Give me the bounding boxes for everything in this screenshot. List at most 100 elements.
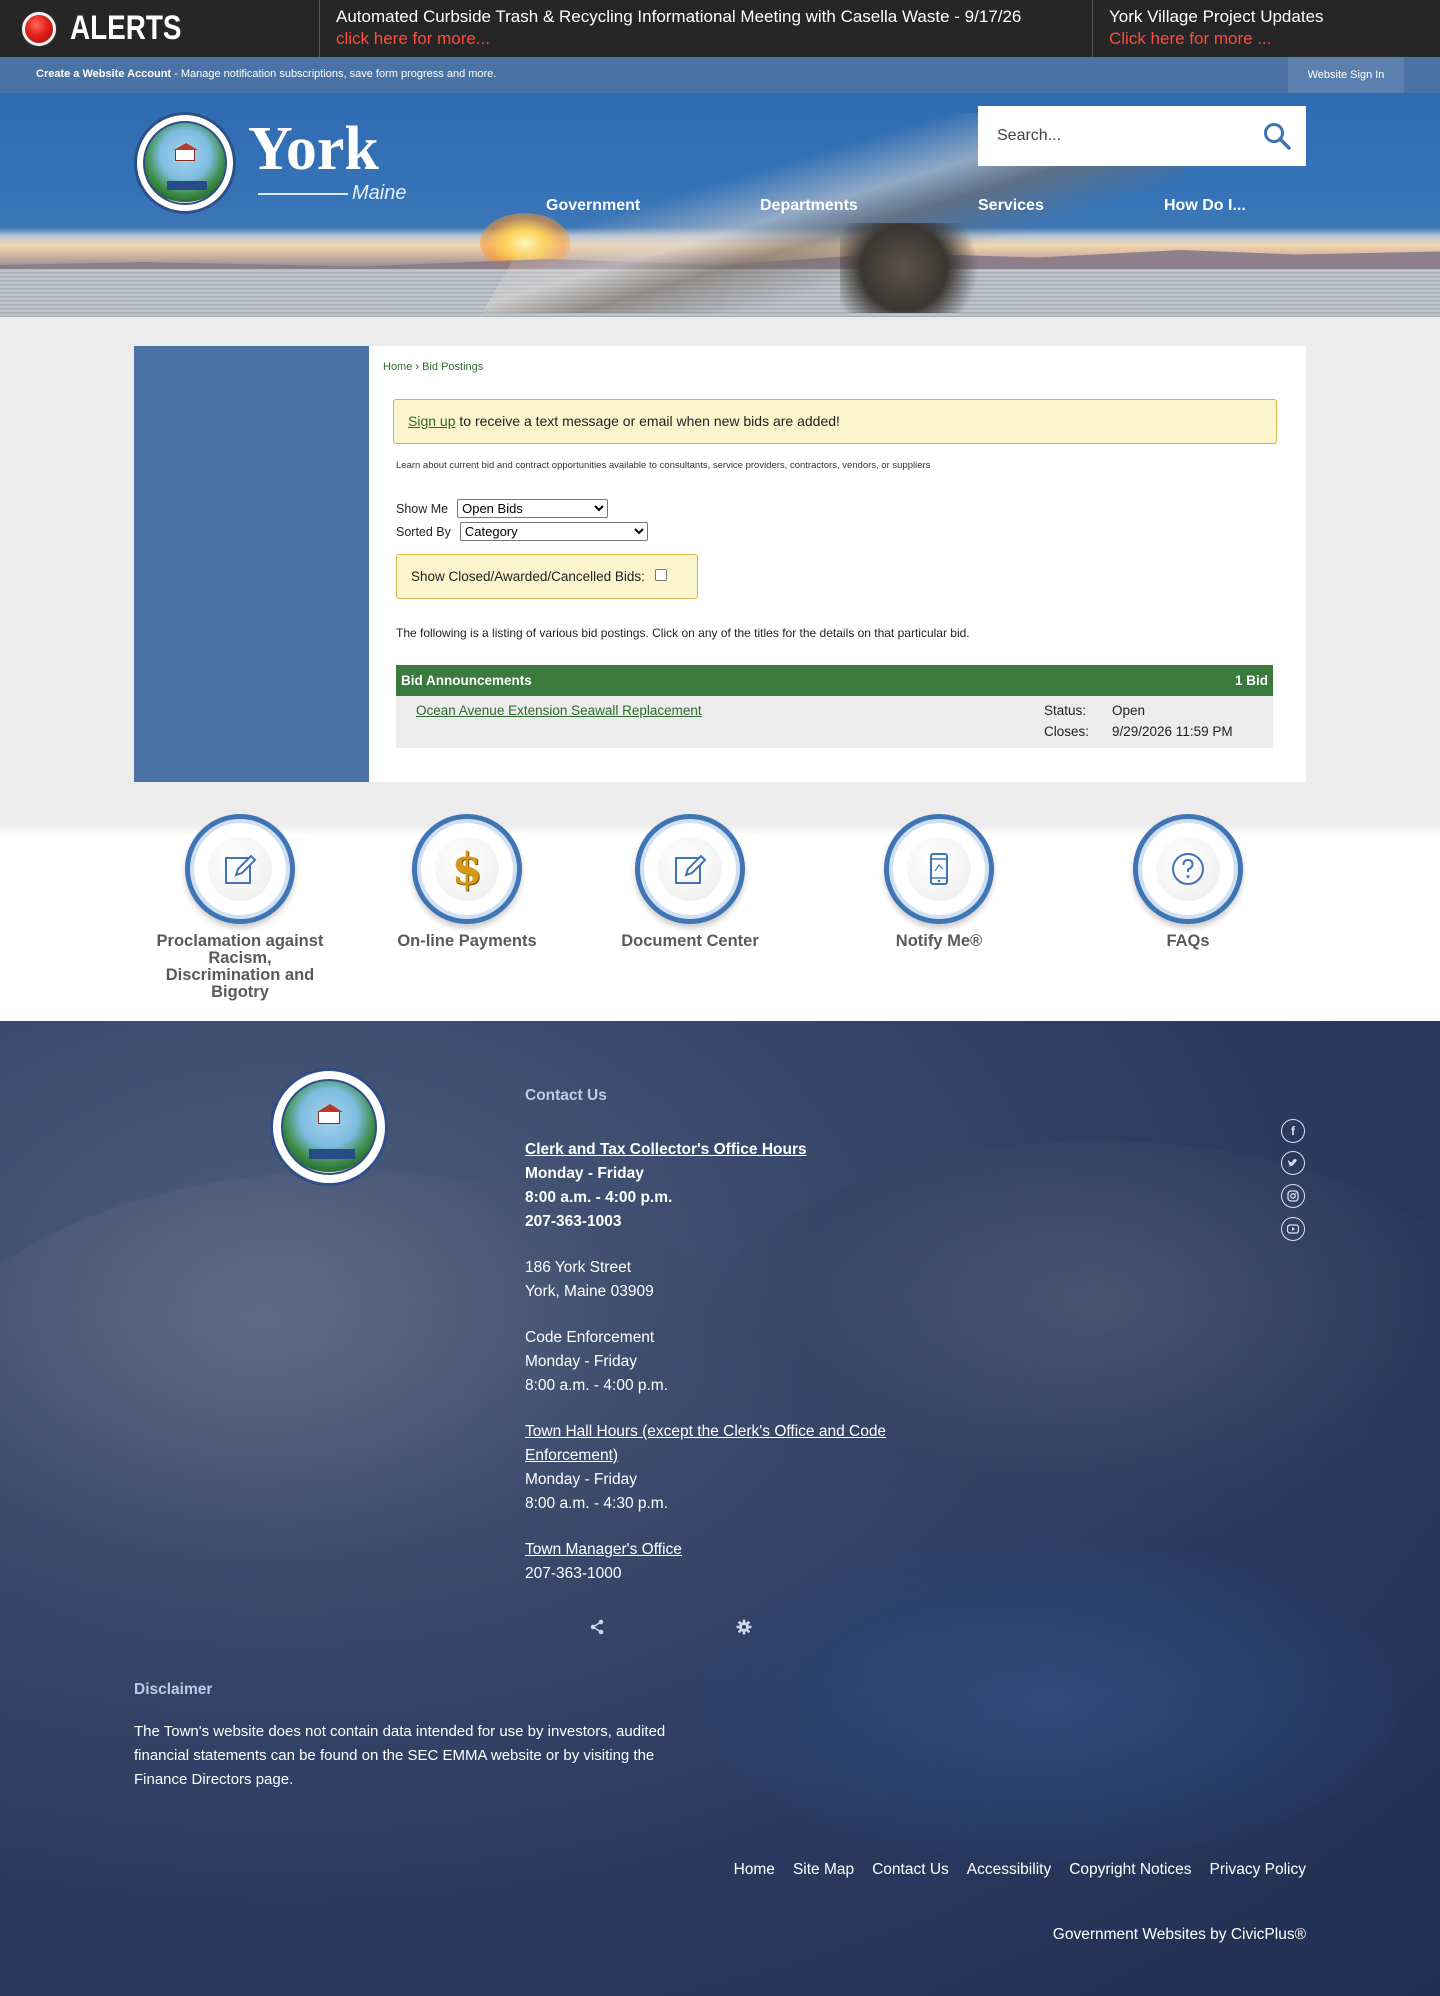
- breadcrumb-home[interactable]: Home: [383, 361, 412, 373]
- question-icon: [1172, 853, 1204, 885]
- share-icon[interactable]: [589, 1619, 605, 1635]
- footer-link-contact-us[interactable]: Contact Us: [872, 1861, 949, 1879]
- twitter-icon[interactable]: [1281, 1151, 1305, 1175]
- quick-link-inner: [907, 837, 971, 901]
- breadcrumb: Home › Bid Postings: [383, 361, 483, 373]
- alert-item[interactable]: Automated Curbside Trash & Recycling Inf…: [320, 0, 1093, 57]
- instagram-icon[interactable]: [1281, 1184, 1305, 1208]
- bid-header-title: Bid Announcements: [401, 673, 532, 688]
- website-signin-button[interactable]: Website Sign In: [1288, 57, 1404, 93]
- alert-more-link[interactable]: click here for more...: [336, 28, 1076, 50]
- nav-how-do-i[interactable]: How Do I...: [1164, 197, 1246, 215]
- alert-item[interactable]: York Village Project Updates Click here …: [1093, 0, 1440, 57]
- search-box: [978, 106, 1306, 166]
- account-description: - Manage notification subscriptions, sav…: [171, 68, 497, 80]
- seal-lighthouse: [174, 143, 198, 161]
- sorted-by-select[interactable]: Category: [459, 522, 648, 541]
- seal-banner: [167, 181, 207, 190]
- nav-departments[interactable]: Departments: [760, 197, 858, 215]
- document-edit-icon: [225, 854, 257, 884]
- sorted-by-label: Sorted By: [396, 524, 451, 539]
- civicplus-credit[interactable]: Government Websites by CivicPlus®: [1053, 1926, 1306, 1944]
- footer-link-site-map[interactable]: Site Map: [793, 1861, 854, 1879]
- code-title: Code Enforcement: [525, 1329, 655, 1346]
- code-time: 8:00 a.m. - 4:00 p.m.: [525, 1377, 669, 1394]
- signup-link[interactable]: Sign up: [408, 413, 455, 429]
- town-manager: Town Manager's Office 207-363-1000: [525, 1538, 945, 1586]
- show-closed-checkbox[interactable]: [654, 568, 667, 581]
- quick-link-inner: $: [435, 837, 499, 901]
- quick-link-faqs[interactable]: FAQs: [1103, 814, 1273, 950]
- intro-text: Learn about current bid and contract opp…: [396, 460, 931, 471]
- quick-link-label: Document Center: [621, 932, 759, 950]
- signup-text: to receive a text message or email when …: [455, 413, 840, 429]
- content-area: Home › Bid Postings Sign up to receive a…: [134, 346, 1306, 782]
- footer-seal-logo: [270, 1068, 388, 1186]
- town-hall-link[interactable]: Town Hall Hours (except the Clerk's Offi…: [525, 1423, 886, 1464]
- seal-lighthouse: [317, 1104, 343, 1124]
- bid-title-link[interactable]: Ocean Avenue Extension Seawall Replaceme…: [416, 703, 702, 718]
- youtube-icon[interactable]: [1281, 1217, 1305, 1241]
- footer-link-accessibility[interactable]: Accessibility: [967, 1861, 1051, 1879]
- logo-wordmark[interactable]: York: [248, 118, 379, 180]
- show-me-row: Show Me Open Bids: [396, 499, 609, 518]
- dollar-icon: $: [451, 843, 483, 895]
- quick-link-payments[interactable]: $ On-line Payments: [382, 814, 552, 950]
- town-hall-days: Monday - Friday: [525, 1471, 637, 1488]
- seal-banner: [309, 1149, 355, 1159]
- bid-count: 1 Bid: [1234, 673, 1268, 688]
- quick-link-proclamation[interactable]: Proclamation against Racism, Discriminat…: [155, 814, 325, 1001]
- quick-link-label: FAQs: [1166, 932, 1210, 950]
- facebook-icon[interactable]: f: [1281, 1119, 1305, 1143]
- logo-divider: [258, 193, 348, 195]
- site-footer: Contact Us Clerk and Tax Collector's Off…: [0, 1021, 1440, 1996]
- listing-text: The following is a listing of various bi…: [396, 626, 970, 640]
- footer-link-home[interactable]: Home: [734, 1861, 775, 1879]
- quick-link-label: Notify Me®: [895, 932, 983, 950]
- footer-link-copyright[interactable]: Copyright Notices: [1069, 1861, 1191, 1879]
- footer-link-privacy[interactable]: Privacy Policy: [1210, 1861, 1306, 1879]
- alert-more-link[interactable]: Click here for more ...: [1109, 28, 1424, 50]
- bid-announcements-header[interactable]: Bid Announcements 1 Bid: [396, 665, 1273, 696]
- phone-icon: [930, 853, 948, 885]
- quick-link-document-center[interactable]: Document Center: [605, 814, 775, 950]
- address: 186 York Street York, Maine 03909: [525, 1256, 945, 1304]
- show-me-select[interactable]: Open Bids: [457, 499, 609, 518]
- quick-link-circle: [1133, 814, 1243, 924]
- main-nav: Government Departments Services How Do I…: [0, 197, 1440, 219]
- show-me-label: Show Me: [396, 501, 449, 516]
- nav-government[interactable]: Government: [546, 197, 640, 215]
- bid-status-value: Open: [1112, 703, 1146, 718]
- clerk-time: 8:00 a.m. - 4:00 p.m.: [525, 1189, 673, 1206]
- clerk-days: Monday - Friday: [525, 1165, 644, 1182]
- clerk-link[interactable]: Clerk and Tax Collector's Office Hours: [525, 1141, 807, 1158]
- account-strip: Create a Website Account - Manage notifi…: [0, 57, 1440, 93]
- search-icon[interactable]: [1262, 121, 1292, 151]
- quick-link-inner: [208, 837, 272, 901]
- breadcrumb-separator: ›: [412, 361, 423, 373]
- quick-link-circle: [185, 814, 295, 924]
- search-input[interactable]: [997, 127, 1247, 145]
- gear-icon[interactable]: [736, 1619, 752, 1635]
- alerts-title: ALERTS: [70, 9, 182, 47]
- code-days: Monday - Friday: [525, 1353, 637, 1370]
- account-text: Create a Website Account - Manage notifi…: [36, 68, 496, 80]
- bid-closes-value: 9/29/2026 11:59 PM: [1112, 724, 1233, 739]
- create-account-link[interactable]: Create a Website Account: [36, 68, 171, 80]
- alert-text: Automated Curbside Trash & Recycling Inf…: [336, 7, 1022, 26]
- contact-block: Contact Us Clerk and Tax Collector's Off…: [525, 1084, 945, 1608]
- nav-services[interactable]: Services: [978, 197, 1044, 215]
- code-enforcement: Code Enforcement Monday - Friday 8:00 a.…: [525, 1326, 945, 1398]
- address-line-2: York, Maine 03909: [525, 1283, 654, 1300]
- footer-links: Home Site Map Contact Us Accessibility C…: [734, 1861, 1306, 1879]
- quick-link-circle: [884, 814, 994, 924]
- breadcrumb-current[interactable]: Bid Postings: [422, 361, 483, 373]
- quick-link-inner: [1156, 837, 1220, 901]
- town-manager-link[interactable]: Town Manager's Office: [525, 1541, 682, 1558]
- clerk-phone: 207-363-1003: [525, 1213, 622, 1230]
- alerts-bar: ALERTS Automated Curbside Trash & Recycl…: [0, 0, 1440, 57]
- disclaimer-heading: Disclaimer: [134, 1681, 213, 1698]
- quick-link-notify-me[interactable]: Notify Me®: [854, 814, 1024, 950]
- town-hall-time: 8:00 a.m. - 4:30 p.m.: [525, 1495, 669, 1512]
- show-closed-box: Show Closed/Awarded/Cancelled Bids:: [396, 554, 698, 599]
